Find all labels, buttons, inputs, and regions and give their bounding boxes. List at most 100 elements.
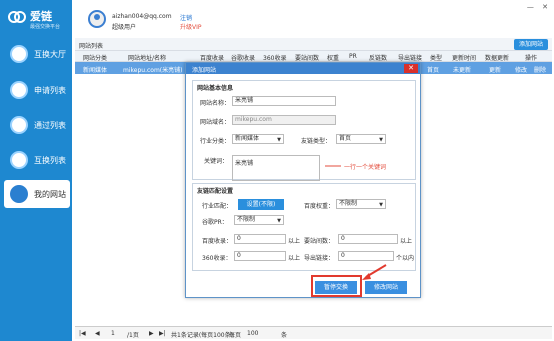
site-count-input[interactable]: 0 bbox=[338, 234, 398, 244]
annotation-arrow-icon bbox=[362, 264, 387, 280]
col-header: PR bbox=[349, 53, 357, 60]
per-page-label: 每页 bbox=[229, 332, 242, 339]
chevron-down-icon: ▼ bbox=[277, 137, 281, 143]
refresh-link[interactable]: 更新 bbox=[489, 65, 501, 74]
list-toolbar: 网站列表 添加网站 bbox=[75, 38, 552, 51]
google-pr-label: 谷歌PR： bbox=[202, 219, 228, 226]
nav-item-exchange-hall[interactable]: 互换大厅 bbox=[0, 40, 72, 68]
col-header: 权重 bbox=[327, 55, 340, 62]
col-header: 类型 bbox=[430, 55, 443, 62]
first-page-button[interactable]: |◀ bbox=[79, 330, 86, 337]
per-page-unit: 条 bbox=[281, 332, 288, 339]
keyword-label: 关键词： bbox=[204, 158, 229, 165]
industry-value: 新闻媒体 bbox=[235, 135, 260, 142]
keyword-hint: 一行一个关键词 bbox=[344, 164, 387, 171]
nav-label: 通过列表 bbox=[34, 121, 66, 130]
nav-label: 互换大厅 bbox=[34, 50, 66, 59]
industry-match-button[interactable]: 设置(不限) bbox=[238, 199, 284, 210]
section-title: 友链匹配设置 bbox=[197, 188, 234, 195]
baidu-index-label: 百度收录： bbox=[202, 238, 233, 245]
google-pr-value: 不限制 bbox=[237, 216, 256, 223]
site-count-label: 要站间数： bbox=[304, 238, 335, 245]
minimize-button[interactable]: — bbox=[527, 3, 534, 11]
industry-label: 行业分类： bbox=[200, 138, 231, 145]
export-links-suffix: 个以内 bbox=[396, 255, 415, 262]
prev-page-button[interactable]: ◀ bbox=[95, 330, 100, 337]
pause-exchange-button[interactable]: 暂停交换 bbox=[315, 281, 357, 294]
link-type-select[interactable]: 首页 ▼ bbox=[336, 134, 386, 144]
link-type-value: 首页 bbox=[339, 135, 352, 142]
avatar bbox=[88, 10, 106, 28]
so360-suffix: 以上 bbox=[288, 255, 301, 262]
baidu-weight-select[interactable]: 不限制 ▼ bbox=[336, 199, 386, 209]
sites-icon bbox=[10, 185, 28, 203]
google-pr-select[interactable]: 不限制 ▼ bbox=[234, 215, 284, 225]
sidebar: 爱链 最强交换平台 互换大厅 申请列表 通过列表 互换列表 我的网站 bbox=[0, 0, 72, 341]
keyword-textarea[interactable]: 米亮铺 bbox=[232, 155, 320, 181]
cell-updated: 未更新 bbox=[453, 67, 472, 74]
edit-site-button[interactable]: 修改网站 bbox=[365, 281, 407, 294]
cell-site: mikepu.com(米亮铺) bbox=[123, 67, 183, 74]
baidu-index-input[interactable]: 0 bbox=[234, 234, 286, 244]
swap-icon bbox=[10, 151, 28, 169]
nav-label: 互换列表 bbox=[34, 156, 66, 165]
col-header: 导出链接 bbox=[398, 55, 423, 62]
user-role: 超级用户 bbox=[112, 24, 137, 31]
nav-label: 申请列表 bbox=[34, 86, 66, 95]
industry-select[interactable]: 新闻媒体 ▼ bbox=[232, 134, 284, 144]
col-header: 反链数 bbox=[369, 55, 388, 62]
chevron-down-icon: ▼ bbox=[277, 218, 281, 224]
dialog-header: 添加网站 ✕ bbox=[186, 63, 420, 74]
section-title: 网站基本信息 bbox=[197, 85, 234, 92]
next-page-button[interactable]: ▶ bbox=[149, 330, 154, 337]
chevron-down-icon: ▼ bbox=[379, 202, 383, 208]
app-window: 爱链 最强交换平台 互换大厅 申请列表 通过列表 互换列表 我的网站 aizha… bbox=[0, 0, 554, 341]
link-type-label: 友链类型： bbox=[301, 138, 332, 145]
site-name-input[interactable]: 米亮铺 bbox=[232, 96, 336, 106]
app-logo: 爱链 最强交换平台 bbox=[8, 6, 68, 32]
nav-item-my-sites[interactable]: 我的网站 bbox=[4, 180, 70, 208]
nav-item-applications[interactable]: 申请列表 bbox=[0, 76, 72, 104]
close-dialog-button[interactable]: ✕ bbox=[404, 64, 418, 73]
link-logo-icon bbox=[8, 11, 26, 23]
header: aizhan004@qq.com 超级用户 注销 升级VIP — ✕ bbox=[72, 0, 554, 38]
edit-link[interactable]: 修改 bbox=[515, 65, 527, 74]
last-page-button[interactable]: ▶| bbox=[159, 330, 166, 337]
close-window-button[interactable]: ✕ bbox=[542, 3, 548, 11]
site-name-label: 网站名称： bbox=[200, 100, 231, 107]
add-site-button[interactable]: 添加网站 bbox=[514, 39, 548, 50]
arrow-left-icon bbox=[325, 165, 341, 167]
cell-category: 新闻媒体 bbox=[83, 67, 108, 74]
col-header: 网站地址/名称 bbox=[128, 55, 167, 62]
col-header: 谷歌收录 bbox=[231, 55, 256, 62]
user-email: aizhan004@qq.com bbox=[112, 13, 172, 20]
window-controls: — ✕ bbox=[521, 3, 548, 11]
app-name: 爱链 bbox=[30, 10, 52, 23]
export-links-input[interactable]: 0 bbox=[338, 251, 394, 261]
industry-match-label: 行业匹配： bbox=[202, 203, 233, 210]
exchange-icon bbox=[10, 45, 28, 63]
nav-item-approved[interactable]: 通过列表 bbox=[0, 111, 72, 139]
baidu-weight-value: 不限制 bbox=[339, 200, 358, 207]
cell-type: 首页 bbox=[427, 67, 440, 74]
site-domain-label: 网站域名： bbox=[200, 119, 231, 126]
list-title: 网站列表 bbox=[79, 43, 104, 50]
site-count-suffix: 以上 bbox=[400, 238, 413, 245]
delete-link[interactable]: 删除 bbox=[534, 65, 546, 74]
logout-link[interactable]: 注销 bbox=[180, 13, 192, 22]
upgrade-vip-link[interactable]: 升级VIP bbox=[180, 22, 202, 31]
nav-label: 我的网站 bbox=[34, 190, 66, 199]
col-header: 更新时间 bbox=[452, 55, 477, 62]
col-header: 操作 bbox=[525, 55, 538, 62]
pagination: |◀ ◀ 1 /1页 ▶ ▶| 共1条记录(每页100条) 每页 100 条 bbox=[75, 326, 552, 339]
page-number[interactable]: 1 bbox=[111, 330, 115, 337]
per-page-select[interactable]: 100 bbox=[247, 330, 258, 337]
col-header: 网站分类 bbox=[83, 55, 108, 62]
list-icon bbox=[10, 81, 28, 99]
so360-input[interactable]: 0 bbox=[234, 251, 286, 261]
total-pages: /1页 bbox=[127, 332, 139, 339]
nav-item-exchanges[interactable]: 互换列表 bbox=[0, 146, 72, 174]
site-domain-input: mikepu.com bbox=[232, 115, 336, 125]
export-links-label: 导出链接： bbox=[304, 255, 335, 262]
col-header: 要站间数 bbox=[295, 55, 320, 62]
